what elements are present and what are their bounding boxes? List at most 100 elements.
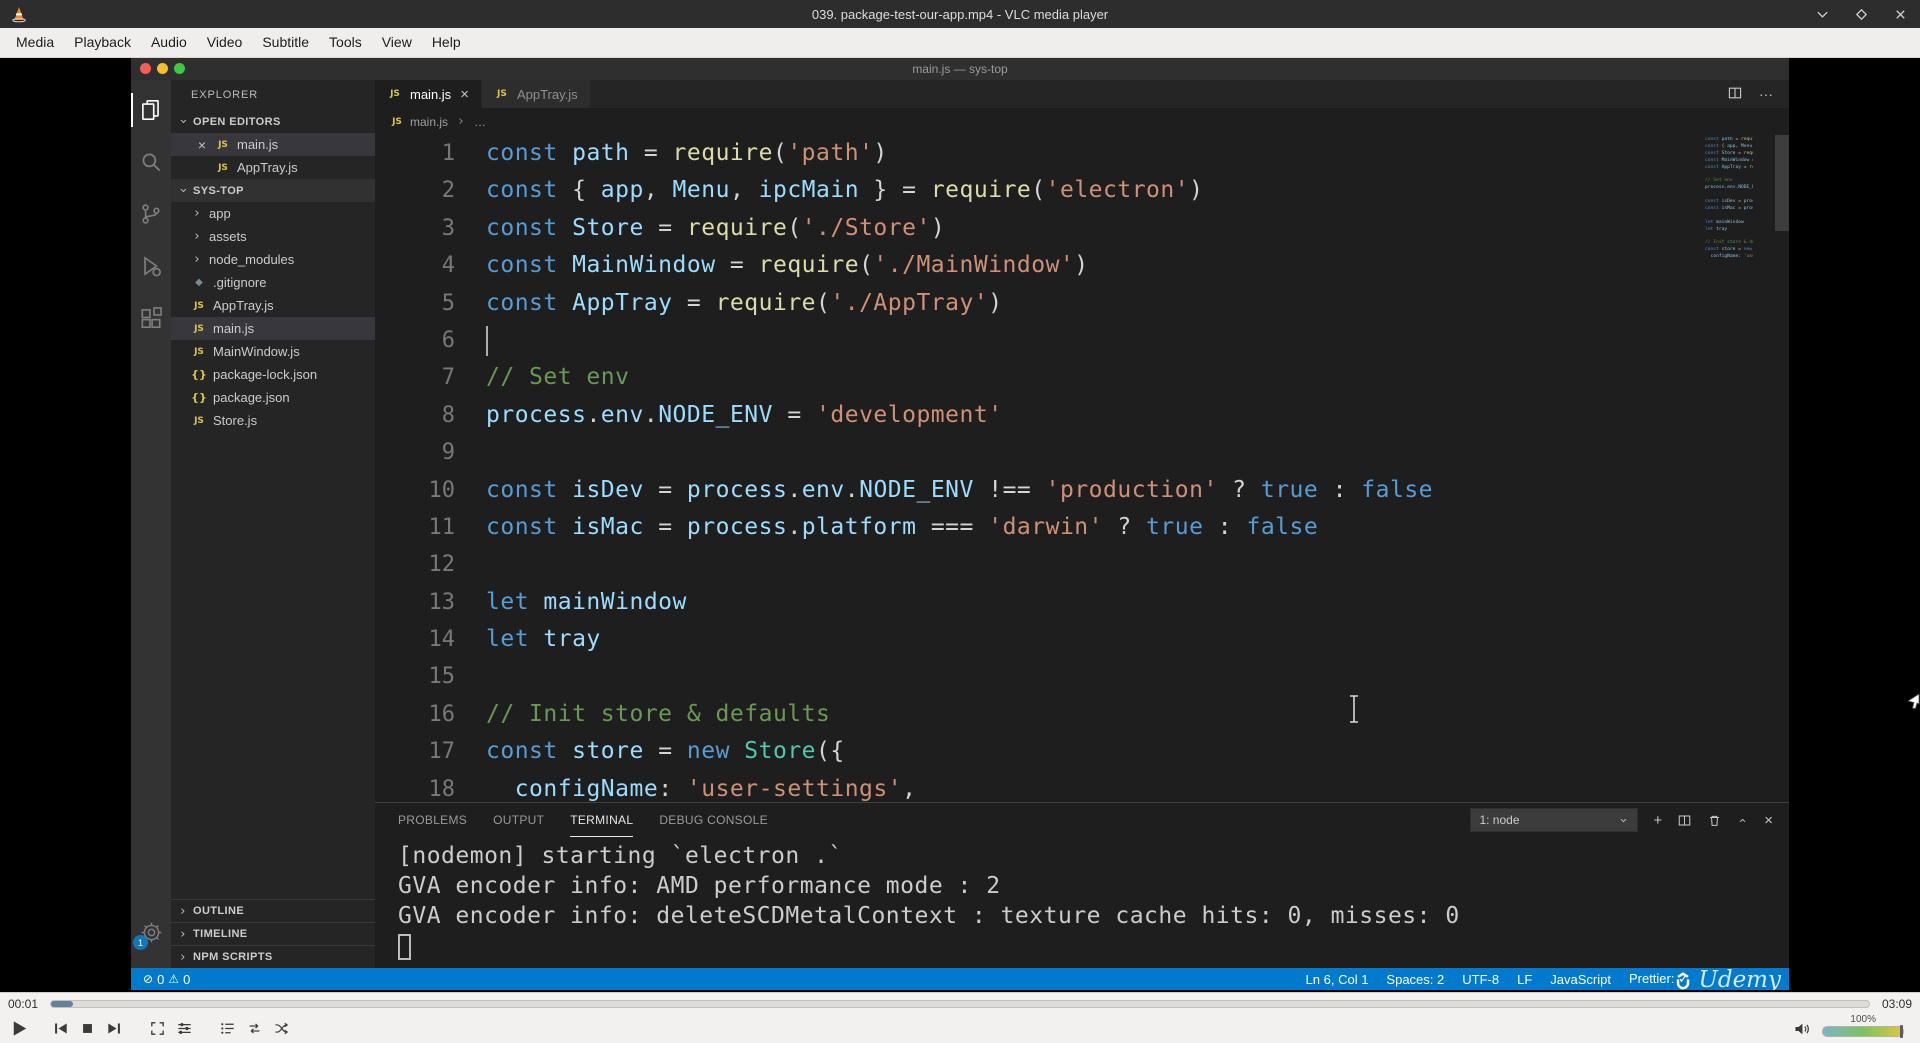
menu-view[interactable]: View (372, 28, 422, 57)
terminal[interactable]: [nodemon] starting `electron .` GVA encod… (375, 837, 1789, 968)
traffic-zoom-button[interactable] (174, 63, 185, 74)
status-lf[interactable]: LF (1517, 971, 1532, 987)
open-editor-main-js[interactable]: × JS main.js (171, 133, 375, 156)
file-mainwindow-js[interactable]: JS MainWindow.js (171, 340, 375, 363)
volume-slider[interactable] (1822, 1025, 1904, 1038)
code-line[interactable]: 2 const { app, Menu, ipcMain } = require(… (375, 172, 1789, 209)
close-tab-icon[interactable]: × (460, 86, 469, 103)
menu-audio[interactable]: Audio (141, 28, 197, 57)
status-spaces-2[interactable]: Spaces: 2 (1386, 971, 1444, 987)
code-line[interactable]: 6 (375, 322, 1789, 359)
code-line[interactable]: 8 process.env.NODE_ENV = 'development' (375, 397, 1789, 434)
code-line[interactable]: 11 const isMac = process.platform === 'da… (375, 509, 1789, 546)
tab-apptray-js[interactable]: JS AppTray.js (481, 80, 591, 108)
seek-slider[interactable] (50, 999, 1870, 1008)
file-store-js[interactable]: JS Store.js (171, 409, 375, 432)
code-line[interactable]: 18 configName: 'user-settings', (375, 771, 1789, 802)
section-timeline[interactable]: › TIMELINE (171, 922, 375, 945)
menu-help[interactable]: Help (422, 28, 471, 57)
line-number: 9 (441, 440, 455, 466)
random-button[interactable] (268, 1015, 295, 1042)
panel-tab-output[interactable]: OUTPUT (493, 803, 544, 837)
new-terminal-button[interactable]: + (1653, 812, 1662, 829)
folder-node-modules[interactable]: › node_modules (171, 248, 375, 271)
next-button[interactable] (101, 1015, 128, 1042)
project-section-header[interactable]: › SYS-TOP (171, 179, 375, 202)
volume-slider-handle[interactable] (1900, 1025, 1903, 1038)
file-gitignore[interactable]: ◆ .gitignore (171, 271, 375, 294)
fullscreen-button[interactable] (144, 1015, 171, 1042)
file-main-js[interactable]: JS main.js (171, 317, 375, 340)
folder-assets[interactable]: › assets (171, 225, 375, 248)
folder-app[interactable]: › app (171, 202, 375, 225)
activity-source-control[interactable] (131, 188, 171, 240)
panel-tab-debug-console[interactable]: DEBUG CONSOLE (659, 803, 768, 837)
split-editor-button[interactable] (1727, 85, 1743, 104)
previous-button[interactable] (47, 1015, 74, 1042)
close-editor-icon[interactable]: × (195, 137, 209, 153)
code-line[interactable]: 5 const AppTray = require('./AppTray') (375, 285, 1789, 322)
code-line[interactable]: 13 let mainWindow (375, 584, 1789, 621)
code-line[interactable]: 17 const store = new Store({ (375, 733, 1789, 770)
code-line[interactable]: 1 const path = require('path') (375, 135, 1789, 172)
status-ln-6-col-1[interactable]: Ln 6, Col 1 (1306, 971, 1369, 987)
code-line[interactable]: 15 (375, 658, 1789, 695)
menu-subtitle[interactable]: Subtitle (252, 28, 319, 57)
loop-button[interactable] (241, 1015, 268, 1042)
code-line[interactable]: 10 const isDev = process.env.NODE_ENV !==… (375, 472, 1789, 509)
code-line[interactable]: 7 // Set env (375, 359, 1789, 396)
panel-tab-terminal[interactable]: TERMINAL (570, 803, 634, 837)
manage-gear-button[interactable]: 1 (131, 912, 171, 952)
section-npm-scripts[interactable]: › NPM SCRIPTS (171, 945, 375, 968)
activity-run-debug[interactable] (131, 240, 171, 292)
playlist-button[interactable] (214, 1015, 241, 1042)
code-line[interactable]: 3 const Store = require('./Store') (375, 210, 1789, 247)
code-line[interactable]: 4 const MainWindow = require('./MainWindo… (375, 247, 1789, 284)
editor-tabs: JS main.js × JS AppTray.js (375, 80, 591, 108)
menu-tools[interactable]: Tools (319, 28, 372, 57)
close-button[interactable] (1893, 7, 1908, 22)
problems-indicator[interactable]: ⊘ 0 ⚠ 0 (143, 972, 190, 987)
terminal-shell-select[interactable]: 1: node › (1470, 808, 1639, 832)
traffic-minimize-button[interactable] (157, 63, 168, 74)
menu-video[interactable]: Video (197, 28, 253, 57)
code-line[interactable]: 16 // Init store & defaults (375, 696, 1789, 733)
stop-button[interactable] (74, 1015, 101, 1042)
code-line[interactable]: 9 (375, 434, 1789, 471)
activity-extensions[interactable] (131, 292, 171, 344)
panel-tab-problems[interactable]: PROBLEMS (398, 803, 467, 837)
file-apptray-js[interactable]: JS AppTray.js (171, 294, 375, 317)
menu-media[interactable]: Media (6, 28, 64, 57)
extended-settings-button[interactable] (171, 1015, 198, 1042)
menu-playback[interactable]: Playback (64, 28, 141, 57)
maximize-restore-button[interactable] (1854, 7, 1869, 22)
status-javascript[interactable]: JavaScript (1550, 971, 1611, 987)
file-package-json[interactable]: {} package.json (171, 386, 375, 409)
minimap[interactable]: const path = require('path')const { app,… (1705, 137, 1753, 261)
editor-more-actions-button[interactable]: ··· (1759, 86, 1773, 102)
breadcrumb-item-symbol[interactable]: … (474, 115, 486, 129)
section-outline[interactable]: › OUTLINE (171, 899, 375, 922)
tab-main-js[interactable]: JS main.js × (375, 80, 482, 108)
minimize-button[interactable] (1815, 7, 1830, 22)
kill-terminal-button[interactable] (1707, 813, 1722, 828)
code-line[interactable]: 12 (375, 546, 1789, 583)
close-panel-button[interactable]: × (1764, 812, 1773, 829)
mute-button[interactable] (1788, 1015, 1815, 1042)
video-surface[interactable]: main.js — sys-top 1 EXPLORER › OPEN EDIT… (131, 58, 1789, 990)
open-editors-header[interactable]: › OPEN EDITORS (171, 110, 375, 133)
activity-explorer[interactable] (131, 84, 171, 136)
open-editor-apptray-js[interactable]: JS AppTray.js (171, 156, 375, 179)
file-package-lock-json[interactable]: {} package-lock.json (171, 363, 375, 386)
breadcrumb[interactable]: JS main.js › … (375, 108, 1789, 135)
code-editor[interactable]: 1 const path = require('path') 2 const { ap… (375, 135, 1789, 802)
activity-search[interactable] (131, 136, 171, 188)
maximize-panel-button[interactable]: › (1736, 813, 1751, 828)
editor-scrollbar[interactable] (1775, 135, 1789, 231)
status-utf-8[interactable]: UTF-8 (1462, 971, 1499, 987)
code-line[interactable]: 14 let tray (375, 621, 1789, 658)
breadcrumb-item-file[interactable]: main.js (410, 115, 448, 129)
traffic-close-button[interactable] (140, 63, 151, 74)
split-terminal-button[interactable] (1677, 813, 1692, 828)
play-button[interactable] (6, 1015, 33, 1042)
